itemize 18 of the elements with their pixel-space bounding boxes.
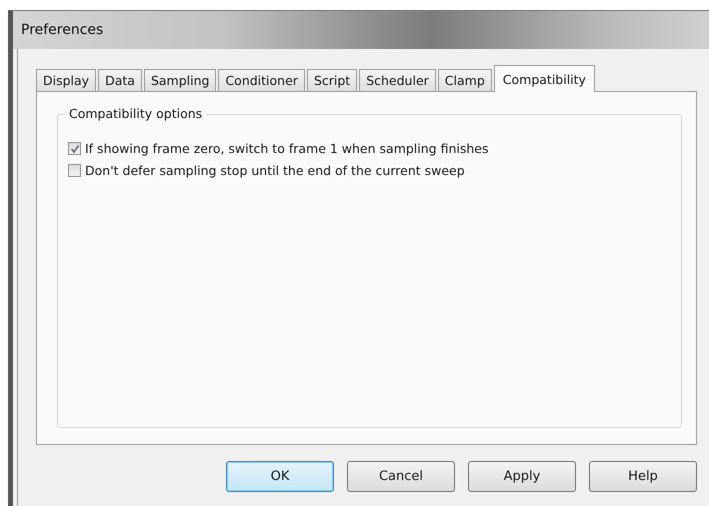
window-title: Preferences: [21, 22, 104, 38]
tab[interactable]: Sampling: [144, 69, 216, 91]
checkbox[interactable]: [68, 142, 81, 155]
tab[interactable]: Display: [36, 69, 96, 91]
tab[interactable]: Scheduler: [359, 69, 436, 91]
group-title: Compatibility options: [65, 106, 206, 121]
checkbox-label[interactable]: If showing frame zero, switch to frame 1 when sampling finishes: [85, 141, 488, 156]
tab[interactable]: Script: [306, 69, 358, 91]
tab[interactable]: Clamp: [438, 69, 492, 91]
checkbox[interactable]: [68, 164, 81, 177]
tab[interactable]: Conditioner: [218, 69, 305, 91]
dialog-button[interactable]: Help: [589, 461, 697, 492]
tab[interactable]: Data: [98, 69, 142, 91]
dialog-button[interactable]: Cancel: [347, 461, 455, 492]
dialog-button[interactable]: Apply: [468, 461, 576, 492]
dialog-button[interactable]: OK: [226, 461, 334, 492]
checkbox-label[interactable]: Don't defer sampling stop until the end of the current sweep: [85, 163, 465, 178]
tab[interactable]: Compatibility: [494, 65, 595, 92]
